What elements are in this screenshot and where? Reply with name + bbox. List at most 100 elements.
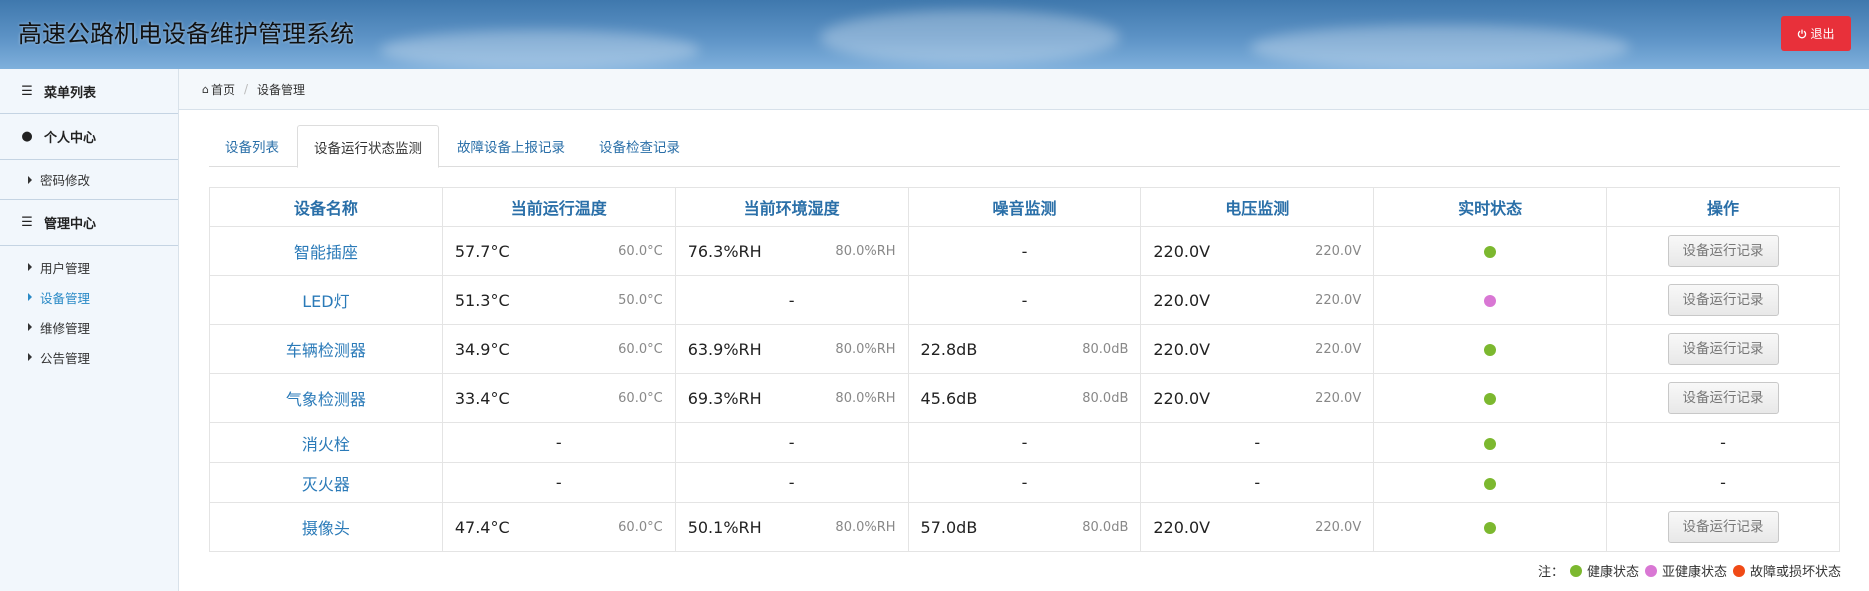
tab-bar: 设备列表 设备运行状态监测 故障设备上报记录 设备检查记录 xyxy=(209,125,1840,168)
sidebar-item-label: 维修管理 xyxy=(40,320,91,336)
humidity-threshold: 80.0%RH xyxy=(835,341,896,357)
sidebar-item-announcement-management[interactable]: 公告管理 xyxy=(0,342,178,372)
sidebar-item-maintenance-management[interactable]: 维修管理 xyxy=(0,312,178,342)
humidity-cell: 69.3%RH 80.0%RH xyxy=(674,373,909,423)
logout-label: 退出 xyxy=(1810,27,1835,41)
legend-fault-dot xyxy=(1732,564,1745,577)
temperature-cell: 34.9°C 60.0°C xyxy=(441,324,676,374)
voltage-value: 220.0V xyxy=(1153,388,1211,408)
sidebar-item-user-management[interactable]: 用户管理 xyxy=(0,252,178,282)
column-header: 电压监测 xyxy=(1140,187,1375,227)
sidebar: ☰ 菜单列表 ● 个人中心 密码修改 ☰ 管理中心 用户管理 设备管理 维修管理… xyxy=(0,69,179,591)
sidebar-item-device-management[interactable]: 设备管理 xyxy=(0,282,178,312)
column-header: 当前运行温度 xyxy=(441,187,676,227)
humidity-cell: 63.9%RH 80.0%RH xyxy=(674,324,909,374)
status-dot xyxy=(1484,295,1497,307)
table-row: 智能插座 57.7°C 60.0°C 76.3%RH 80.0%RH -220.0V 220… xyxy=(209,226,1840,276)
legend-subhealthy-dot xyxy=(1644,564,1657,577)
sidebar-item-label: 用户管理 xyxy=(40,260,91,276)
temperature-empty: - xyxy=(441,462,676,503)
sidebar-item-label: 密码修改 xyxy=(40,173,91,188)
temperature-cell: 47.4°C 60.0°C xyxy=(441,502,676,552)
noise-value: 45.6dB xyxy=(920,388,978,408)
list-icon: ☰ xyxy=(21,215,33,230)
device-name-link[interactable]: LED灯 xyxy=(209,275,443,325)
status-dot xyxy=(1484,246,1497,258)
device-run-record-button[interactable]: 设备运行记录 xyxy=(1667,235,1779,267)
humidity-empty: - xyxy=(674,422,909,463)
operation-cell: 设备运行记录 xyxy=(1606,226,1840,276)
device-name-link[interactable]: 车辆检测器 xyxy=(209,324,443,374)
status-dot xyxy=(1484,344,1497,356)
temperature-threshold: 60.0°C xyxy=(618,341,663,357)
sidebar-menu-list[interactable]: ☰ 菜单列表 xyxy=(0,69,178,114)
device-name-link[interactable]: 灭火器 xyxy=(209,462,443,503)
device-run-record-button[interactable]: 设备运行记录 xyxy=(1667,511,1779,543)
device-name-link[interactable]: 智能插座 xyxy=(209,226,443,276)
logout-button[interactable]: 退出 xyxy=(1781,16,1851,51)
temperature-cell: 57.7°C 60.0°C xyxy=(441,226,676,276)
legend-healthy-dot xyxy=(1569,564,1582,577)
temperature-value: 34.9°C xyxy=(454,339,510,359)
breadcrumb: ⌂ 首页 / 设备管理 xyxy=(179,69,1869,110)
status-dot xyxy=(1484,477,1497,490)
voltage-cell: 220.0V 220.0V xyxy=(1140,324,1375,374)
tab-device-list[interactable]: 设备列表 xyxy=(209,125,295,167)
device-run-record-button[interactable]: 设备运行记录 xyxy=(1667,284,1779,316)
humidity-cell: 50.1%RH 80.0%RH xyxy=(674,502,909,552)
humidity-value: 50.1%RH xyxy=(687,517,762,537)
device-run-record-button[interactable]: 设备运行记录 xyxy=(1667,382,1779,414)
voltage-value: 220.0V xyxy=(1153,339,1211,359)
voltage-threshold: 220.0V xyxy=(1315,519,1362,535)
status-cell xyxy=(1373,502,1608,552)
voltage-cell: 220.0V 220.0V xyxy=(1140,226,1375,276)
temperature-value: 47.4°C xyxy=(454,517,510,537)
top-header: 高速公路机电设备维护管理系统 退出 xyxy=(0,0,1869,69)
voltage-threshold: 220.0V xyxy=(1315,390,1362,406)
column-header: 实时状态 xyxy=(1373,187,1608,227)
device-run-record-button[interactable]: 设备运行记录 xyxy=(1667,333,1779,365)
humidity-empty: - xyxy=(674,275,909,325)
sidebar-management-center-label: 管理中心 xyxy=(44,217,97,232)
table-row: LED灯 51.3°C 50.0°C - -220.0V 220.0V 设备运行记录 xyxy=(209,275,1840,325)
status-cell xyxy=(1373,275,1608,325)
status-cell xyxy=(1373,422,1608,463)
table-header-row: 设备名称 当前运行温度 当前环境湿度 噪音监测 电压监测 实时状态 操作 xyxy=(209,187,1840,227)
device-name-link[interactable]: 气象检测器 xyxy=(209,373,443,423)
sidebar-item-password-change[interactable]: 密码修改 xyxy=(0,160,178,200)
sidebar-personal-center[interactable]: ● 个人中心 xyxy=(0,114,178,160)
temperature-value: 33.4°C xyxy=(454,388,510,408)
status-dot xyxy=(1484,393,1497,405)
status-cell xyxy=(1373,324,1608,374)
noise-value: 57.0dB xyxy=(920,517,978,537)
tab-fault-report-records[interactable]: 故障设备上报记录 xyxy=(441,125,581,167)
caret-right-icon xyxy=(28,323,32,331)
sidebar-management-center[interactable]: ☰ 管理中心 xyxy=(0,200,178,246)
sidebar-menu-list-label: 菜单列表 xyxy=(44,85,97,101)
sidebar-item-label: 设备管理 xyxy=(40,290,91,306)
home-icon[interactable]: ⌂ xyxy=(202,83,209,96)
tab-device-status-monitor[interactable]: 设备运行状态监测 xyxy=(297,125,439,168)
table-row: 灭火器 - - - - - xyxy=(209,462,1840,503)
caret-right-icon xyxy=(28,353,32,361)
voltage-threshold: 220.0V xyxy=(1315,292,1362,308)
legend-fault-label: 故障或损坏状态 xyxy=(1749,565,1841,580)
list-icon: ☰ xyxy=(21,83,33,99)
humidity-threshold: 80.0%RH xyxy=(835,390,896,406)
humidity-threshold: 80.0%RH xyxy=(835,243,896,259)
breadcrumb-home[interactable]: 首页 xyxy=(211,81,235,98)
voltage-cell: 220.0V 220.0V xyxy=(1140,502,1375,552)
tab-device-inspection-records[interactable]: 设备检查记录 xyxy=(583,125,696,167)
breadcrumb-current: 设备管理 xyxy=(257,82,306,97)
power-icon xyxy=(1798,29,1807,38)
sidebar-item-label: 公告管理 xyxy=(40,350,91,366)
temperature-threshold: 60.0°C xyxy=(618,243,663,259)
humidity-cell: 76.3%RH 80.0%RH xyxy=(674,226,909,276)
temperature-threshold: 50.0°C xyxy=(618,292,663,308)
device-name-link[interactable]: 摄像头 xyxy=(209,502,443,552)
device-name-link[interactable]: 消火栓 xyxy=(209,422,443,463)
column-header: 操作 xyxy=(1606,187,1840,227)
noise-threshold: 80.0dB xyxy=(1082,519,1129,535)
voltage-value: 220.0V xyxy=(1153,290,1211,310)
operation-cell: 设备运行记录 xyxy=(1606,324,1840,374)
